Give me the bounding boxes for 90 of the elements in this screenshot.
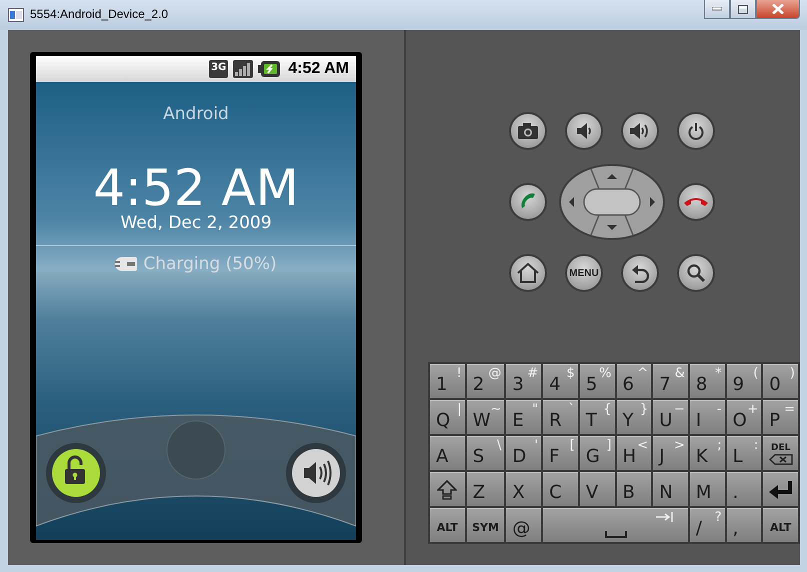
key[interactable]: U− xyxy=(653,400,688,434)
key[interactable]: C xyxy=(543,472,578,506)
key[interactable]: . xyxy=(726,472,762,506)
key[interactable]: H< xyxy=(616,436,652,470)
back-arrow-icon xyxy=(631,264,649,282)
key[interactable]: Z xyxy=(466,472,504,506)
search-button[interactable] xyxy=(677,254,715,292)
power-button[interactable] xyxy=(677,112,715,150)
mod-key[interactable]: SYM xyxy=(466,508,504,542)
key[interactable]: P = xyxy=(763,400,798,434)
back-button[interactable] xyxy=(621,254,659,292)
network-indicator: 3G xyxy=(209,60,228,78)
home-icon xyxy=(517,263,539,283)
minimize-button[interactable] xyxy=(704,0,730,19)
key[interactable]: 9 ( xyxy=(726,364,762,398)
end-call-button[interactable] xyxy=(677,183,715,221)
charging-status: Charging (50%) xyxy=(143,253,277,275)
key[interactable]: / ? xyxy=(690,508,725,542)
key[interactable]: 4 $ xyxy=(543,364,578,398)
key[interactable]: L : xyxy=(726,436,762,470)
key[interactable]: D ' xyxy=(506,436,542,470)
camera-button[interactable] xyxy=(509,112,547,150)
tab-icon xyxy=(656,512,674,522)
close-button[interactable] xyxy=(756,0,800,19)
key[interactable]: 1 ! xyxy=(430,364,465,398)
mod-key[interactable]: ALT xyxy=(430,508,465,542)
key[interactable]: G ] xyxy=(580,436,614,470)
volume-down-icon xyxy=(577,123,591,139)
charging-icon xyxy=(115,257,138,271)
signal-icon xyxy=(233,60,254,78)
mod-key[interactable]: ALT xyxy=(763,508,798,542)
key[interactable]: J > xyxy=(653,436,688,470)
key[interactable]: I - xyxy=(690,400,725,434)
key[interactable]: O+ xyxy=(726,400,762,434)
maximize-button[interactable] xyxy=(730,0,756,19)
space-icon xyxy=(604,531,626,538)
key[interactable]: E " xyxy=(506,400,542,434)
volume-down-button[interactable] xyxy=(565,112,603,150)
key[interactable]: 0 ) xyxy=(763,364,798,398)
key[interactable]: F [ xyxy=(543,436,578,470)
carrier-label: Android xyxy=(163,104,229,124)
key[interactable]: N xyxy=(653,472,688,506)
lock-date: Wed, Dec 2, 2009 xyxy=(120,212,272,234)
battery-charging-icon xyxy=(258,61,280,77)
delete-key[interactable]: DEL xyxy=(763,436,798,470)
enter-key[interactable] xyxy=(763,472,798,506)
key[interactable]: 8 * xyxy=(690,364,725,398)
shift-key[interactable] xyxy=(430,472,465,506)
maximize-icon xyxy=(738,4,748,14)
home-button[interactable] xyxy=(509,254,547,292)
backspace-icon xyxy=(768,454,793,464)
status-time: 4:52 AM xyxy=(288,60,349,78)
menu-button[interactable]: MENU xyxy=(565,254,603,292)
dpad-control[interactable] xyxy=(559,164,665,240)
shift-icon xyxy=(437,480,458,500)
call-button[interactable] xyxy=(509,183,547,221)
close-icon xyxy=(772,4,784,14)
key[interactable]: R ` xyxy=(543,400,578,434)
slider-handle[interactable] xyxy=(166,420,226,480)
hang-up-icon xyxy=(684,197,708,207)
key[interactable]: V xyxy=(580,472,614,506)
volume-up-icon xyxy=(630,122,650,140)
key[interactable]: 6 ^ xyxy=(616,364,652,398)
key[interactable]: X xyxy=(506,472,542,506)
key[interactable]: 5% xyxy=(580,364,614,398)
key[interactable]: Y } xyxy=(616,400,652,434)
enter-icon xyxy=(768,480,794,500)
lock-clock: 4:52 AM xyxy=(93,162,299,214)
key[interactable]: M xyxy=(690,472,725,506)
power-icon xyxy=(688,122,704,140)
key[interactable]: B xyxy=(616,472,652,506)
unlock-button[interactable] xyxy=(46,443,106,503)
key[interactable]: A xyxy=(430,436,465,470)
key[interactable]: @ xyxy=(506,508,542,542)
minimize-icon xyxy=(712,7,722,11)
search-icon xyxy=(687,264,705,282)
key[interactable]: K ; xyxy=(690,436,725,470)
camera-icon xyxy=(518,123,538,139)
key[interactable]: S \ xyxy=(466,436,504,470)
key[interactable]: 2 @ xyxy=(466,364,504,398)
volume-up-button[interactable] xyxy=(621,112,659,150)
window-title: 5554:Android_Device_2.0 xyxy=(30,7,168,21)
key[interactable]: Q | xyxy=(430,400,465,434)
sound-toggle-button[interactable] xyxy=(286,443,346,503)
key[interactable]: 7 & xyxy=(653,364,688,398)
app-icon xyxy=(8,8,24,22)
key[interactable]: , xyxy=(726,508,762,542)
key[interactable]: W~ xyxy=(466,400,504,434)
key[interactable]: T { xyxy=(580,400,614,434)
key[interactable]: 3 # xyxy=(506,364,542,398)
